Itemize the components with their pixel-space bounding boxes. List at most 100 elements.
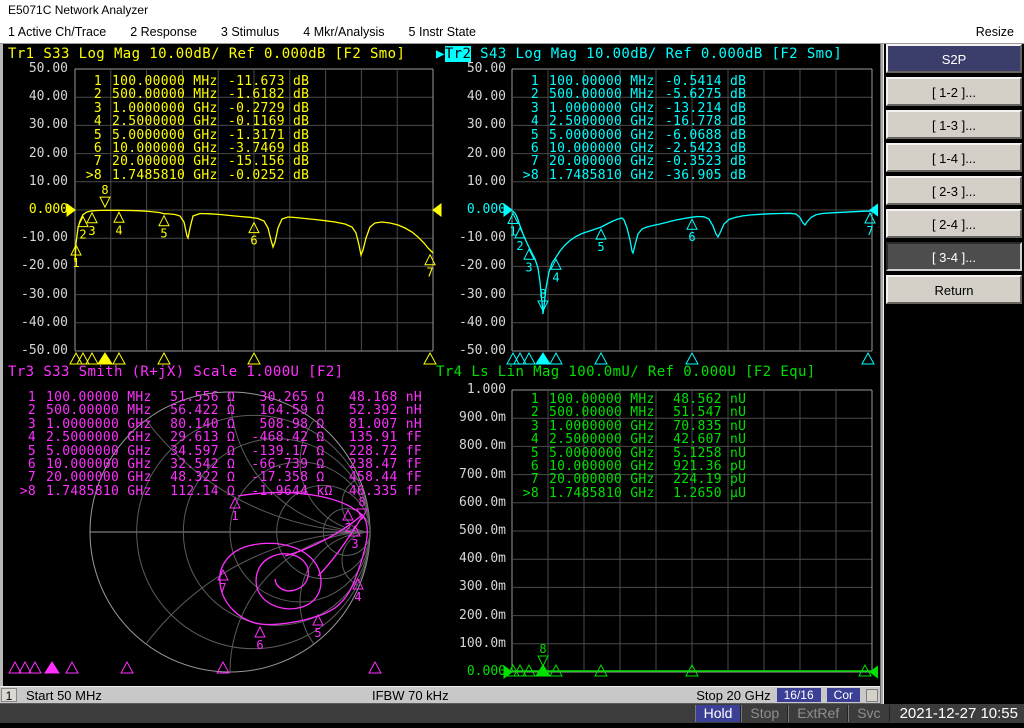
stimulus-marker-icon [18, 660, 32, 674]
resize-command[interactable]: Resize [976, 25, 1024, 39]
marker-4-icon [113, 211, 125, 223]
svg-text:2: 2 [516, 239, 523, 253]
y-tick: 700.0m [459, 466, 506, 482]
marker-row: 7 20.000000 GHz -0.3523 dB [530, 154, 747, 170]
tr4-y-axis: 1.000 900.0m 800.0m 700.0m 600.0m 500.0m 400.0… [438, 44, 506, 686]
stimulus-marker-icon [861, 351, 875, 365]
svg-text:2: 2 [79, 228, 86, 242]
softkey-1-3[interactable]: [ 1-3 ]... [886, 110, 1022, 139]
marker-row: 1 100.00000 MHz 48.562 nU [530, 392, 747, 407]
svg-text:8: 8 [539, 642, 546, 656]
extref-indicator: ExtRef [788, 705, 849, 722]
stimulus-marker-icon [120, 660, 134, 674]
tr3-marker-table: 1 100.00000 MHz 51.556 Ω 30.265 Ω 48.168 … [12, 390, 423, 499]
softkey-1-4[interactable]: [ 1-4 ]... [886, 143, 1022, 172]
softkey-sidebar: S2P [ 1-2 ]... [ 1-3 ]... [ 1-4 ]... [ 2-3 ]… [884, 44, 1024, 704]
window-title: E5071C Network Analyzer [8, 3, 149, 17]
svg-text:6: 6 [250, 234, 257, 248]
softkey-1-2[interactable]: [ 1-2 ]... [886, 77, 1022, 106]
stimulus-marker-icon [65, 660, 79, 674]
menu-item-2[interactable]: 2 Response [130, 25, 197, 39]
ifbw-value: IFBW 70 kHz [372, 688, 449, 703]
menu-item-3[interactable]: 3 Stimulus [221, 25, 279, 39]
softkey-3-4[interactable]: [ 3-4 ]... [886, 242, 1022, 271]
marker-row: >8 1.7485810 GHz -0.0252 dB [85, 167, 310, 183]
menu-item-1[interactable]: 1 Active Ch/Trace [8, 25, 106, 39]
marker-5-icon [158, 214, 170, 227]
y-tick: 500.0m [459, 523, 506, 538]
y-tick: 50.00 [28, 61, 68, 76]
svg-text:3: 3 [525, 260, 532, 274]
marker-row: >8 1.7485810 GHz 1.2650 μU [522, 485, 747, 501]
stimulus-marker-icon [112, 351, 126, 365]
points-badge: 16/16 [776, 688, 821, 702]
correction-badge: Cor [826, 688, 860, 702]
y-tick: 900.0m [459, 410, 506, 426]
softkey-2-4[interactable]: [ 2-4 ]... [886, 209, 1022, 238]
y-tick: -10.00 [21, 230, 68, 246]
marker-row: 7 20.000000 GHz 224.19 pU [530, 472, 747, 488]
svg-text:8: 8 [101, 183, 108, 197]
service-indicator: Svc [848, 705, 890, 722]
instrument-display[interactable]: 1234567812345678123456788 Tr1 S33 Log Ma… [0, 44, 880, 686]
marker-row: 7 20.000000 GHz 48.322 Ω -17.358 Ω 458.44… [27, 470, 423, 486]
svg-text:4: 4 [115, 223, 122, 237]
stimulus-marker-icon [368, 660, 382, 674]
svg-text:8: 8 [539, 287, 546, 301]
marker-row: 3 1.0000000 GHz 70.835 nU [530, 418, 747, 434]
marker-row: 6 10.000000 GHz 32.542 Ω -66.739 Ω 238.47… [27, 456, 423, 472]
softkey-2-3[interactable]: [ 2-3 ]... [886, 176, 1022, 205]
stimulus-marker-icon [685, 351, 699, 365]
tr1-y-axis: 50.00 40.00 30.00 20.00 10.00 0.000 -10.00 -20.… [4, 44, 68, 374]
marker-row: 3 1.0000000 GHz -13.214 dB [530, 100, 747, 116]
svg-text:5: 5 [597, 240, 604, 254]
stimulus-marker-icon [594, 351, 608, 365]
marker-row: 3 1.0000000 GHz 80.140 Ω 508.98 Ω 81.007 … [27, 416, 423, 432]
menu-item-5[interactable]: 5 Instr State [409, 25, 476, 39]
marker-row: 6 10.000000 GHz -3.7469 dB [93, 140, 310, 156]
marker-row: >8 1.7485810 GHz -36.905 dB [522, 167, 747, 183]
marker-row: 4 2.5000000 GHz 42.607 nU [530, 432, 747, 448]
stimulus-marker-icon [157, 351, 171, 365]
marker-row: 6 10.000000 GHz -2.5423 dB [530, 140, 747, 156]
marker-row: 1 100.00000 MHz -11.673 dB [93, 74, 310, 89]
y-tick: 1.000 [466, 382, 506, 397]
application-window: E5071C Network Analyzer 1 Active Ch/Trac… [0, 0, 1024, 728]
stimulus-marker-icon [423, 351, 437, 365]
ref-level-arrow-right-icon [869, 203, 878, 217]
svg-text:1: 1 [231, 509, 238, 523]
start-frequency: Start 50 MHz [26, 688, 102, 703]
svg-text:4: 4 [552, 270, 559, 284]
y-tick: 0.000 [28, 202, 68, 217]
y-tick: 40.00 [28, 89, 68, 105]
svg-text:7: 7 [866, 224, 873, 238]
softkey-header-s2p[interactable]: S2P [886, 44, 1022, 73]
y-tick: -40.00 [21, 314, 68, 330]
stimulus-active-marker-icon [97, 352, 113, 365]
softkey-return[interactable]: Return [886, 275, 1022, 304]
tr2-marker-table: 1 100.00000 MHz -0.5414 dB 2 500.00000 MHz -5… [515, 74, 747, 183]
marker-row: 5 5.0000000 GHz -6.0688 dB [530, 127, 747, 143]
marker-3-icon [86, 211, 98, 224]
marker-6-icon [254, 625, 266, 638]
marker-row: 1 100.00000 MHz -0.5414 dB [530, 74, 747, 89]
svg-text:5: 5 [160, 227, 167, 241]
tr4-marker-table: 1 100.00000 MHz 48.562 nU 2 500.00000 MHz 5… [515, 392, 747, 501]
status-corner-box [866, 688, 878, 702]
menu-item-4[interactable]: 4 Mkr/Analysis [303, 25, 384, 39]
marker-row: 2 500.00000 MHz 51.547 nU [530, 405, 747, 421]
instrument-status-footer: Hold Stop ExtRef Svc 2021-12-27 10:55 [0, 704, 1024, 723]
marker-row: 4 2.5000000 GHz 29.613 Ω -468.42 Ω 135.91… [27, 430, 423, 446]
y-tick: 20.00 [28, 145, 68, 161]
marker-row: 1 100.00000 MHz 51.556 Ω 30.265 Ω 48.168 … [27, 390, 423, 405]
svg-text:3: 3 [88, 224, 95, 238]
y-tick: 10.00 [28, 173, 68, 189]
marker-row: 6 10.000000 GHz 921.36 pU [530, 458, 747, 474]
ref-level-arrow-left-icon [66, 203, 76, 217]
stimulus-active-marker-icon [44, 661, 60, 674]
tr1-marker-table: 1 100.00000 MHz -11.673 dB 2 500.00000 MHz -1… [78, 74, 310, 183]
svg-text:6: 6 [688, 230, 695, 244]
svg-text:7: 7 [219, 581, 226, 595]
svg-text:1: 1 [72, 256, 79, 270]
stop-frequency: Stop 20 GHz [696, 687, 771, 703]
